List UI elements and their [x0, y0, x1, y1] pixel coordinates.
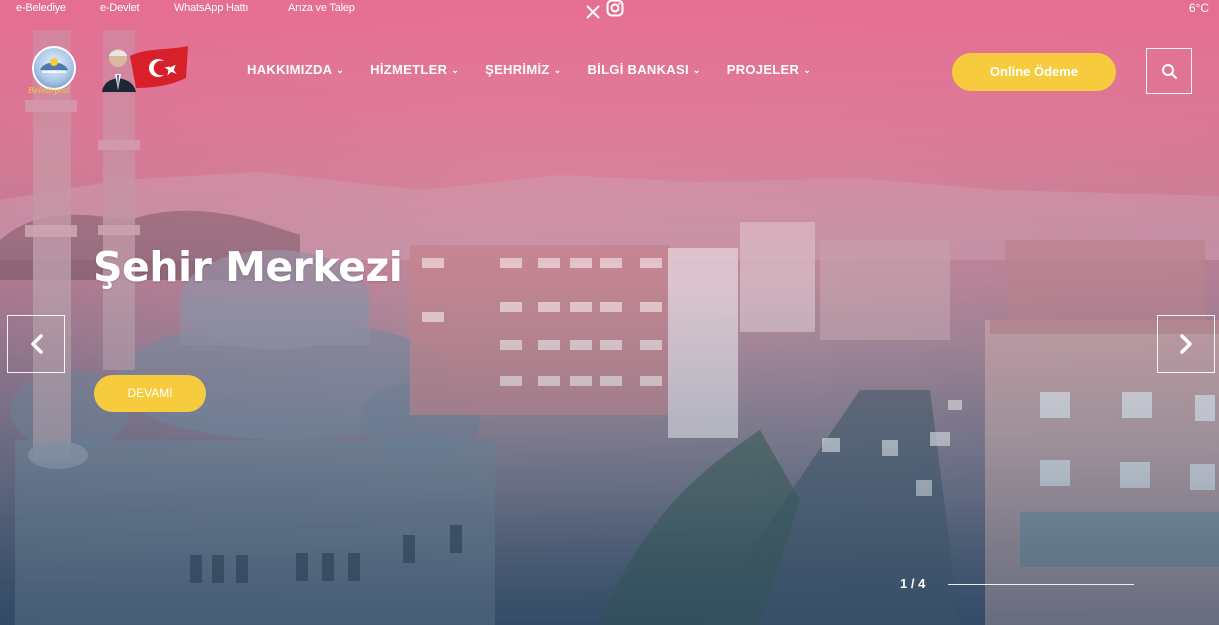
chevron-down-icon: ⌄	[336, 65, 345, 75]
municipality-logo[interactable]	[32, 46, 76, 90]
chevron-down-icon: ⌄	[553, 65, 562, 75]
top-bar: e-Belediye e-Devlet WhatsApp Hattı Arıza…	[0, 0, 1219, 19]
slider-prev-button[interactable]	[7, 315, 65, 373]
nav-item-hizmetler[interactable]: HİZMETLER ⌄	[370, 62, 459, 77]
topbar-link-e-devlet[interactable]: e-Devlet	[100, 2, 140, 14]
slide-progress-bar	[948, 584, 1134, 585]
topbar-link-ariza-talep[interactable]: Arıza ve Talep	[288, 2, 355, 14]
nav-item-projeler[interactable]: PROJELER ⌄	[727, 62, 811, 77]
slide-title: Şehir Merkezi	[93, 243, 403, 291]
instagram-icon[interactable]	[606, 0, 624, 24]
chevron-down-icon: ⌄	[692, 65, 701, 75]
chevron-right-icon	[1180, 334, 1192, 354]
chevron-left-icon	[31, 334, 43, 354]
color-overlay	[0, 0, 1219, 625]
nav-item-bilgi-bankasi[interactable]: BİLGİ BANKASI ⌄	[587, 62, 700, 77]
chevron-down-icon: ⌄	[451, 65, 460, 75]
hero-slider: e-Belediye e-Devlet WhatsApp Hattı Arıza…	[0, 0, 1219, 625]
slide-more-button[interactable]: DEVAMI	[94, 375, 206, 412]
slide-counter: 1 / 4	[900, 576, 926, 591]
chevron-down-icon: ⌄	[803, 65, 812, 75]
search-icon	[1162, 64, 1177, 79]
president-flag-image	[100, 44, 188, 92]
topbar-link-whatsapp[interactable]: WhatsApp Hattı	[174, 2, 248, 14]
slider-next-button[interactable]	[1157, 315, 1215, 373]
search-button[interactable]	[1146, 48, 1192, 94]
social-links	[586, 0, 624, 24]
main-nav: HAKKIMIZDA ⌄ HİZMETLER ⌄ ŞEHRİMİZ ⌄ BİLGİ B…	[247, 62, 837, 77]
topbar-link-e-belediye[interactable]: e-Belediye	[16, 2, 66, 14]
nav-item-hakkimizda[interactable]: HAKKIMIZDA ⌄	[247, 62, 344, 77]
x-icon[interactable]	[586, 0, 600, 24]
online-payment-button[interactable]: Online Ödeme	[952, 53, 1116, 91]
temperature: 6°C	[1188, 1, 1209, 15]
logo-caption: Belediyesi	[28, 86, 70, 95]
nav-item-sehrimiz[interactable]: ŞEHRİMİZ ⌄	[485, 62, 561, 77]
